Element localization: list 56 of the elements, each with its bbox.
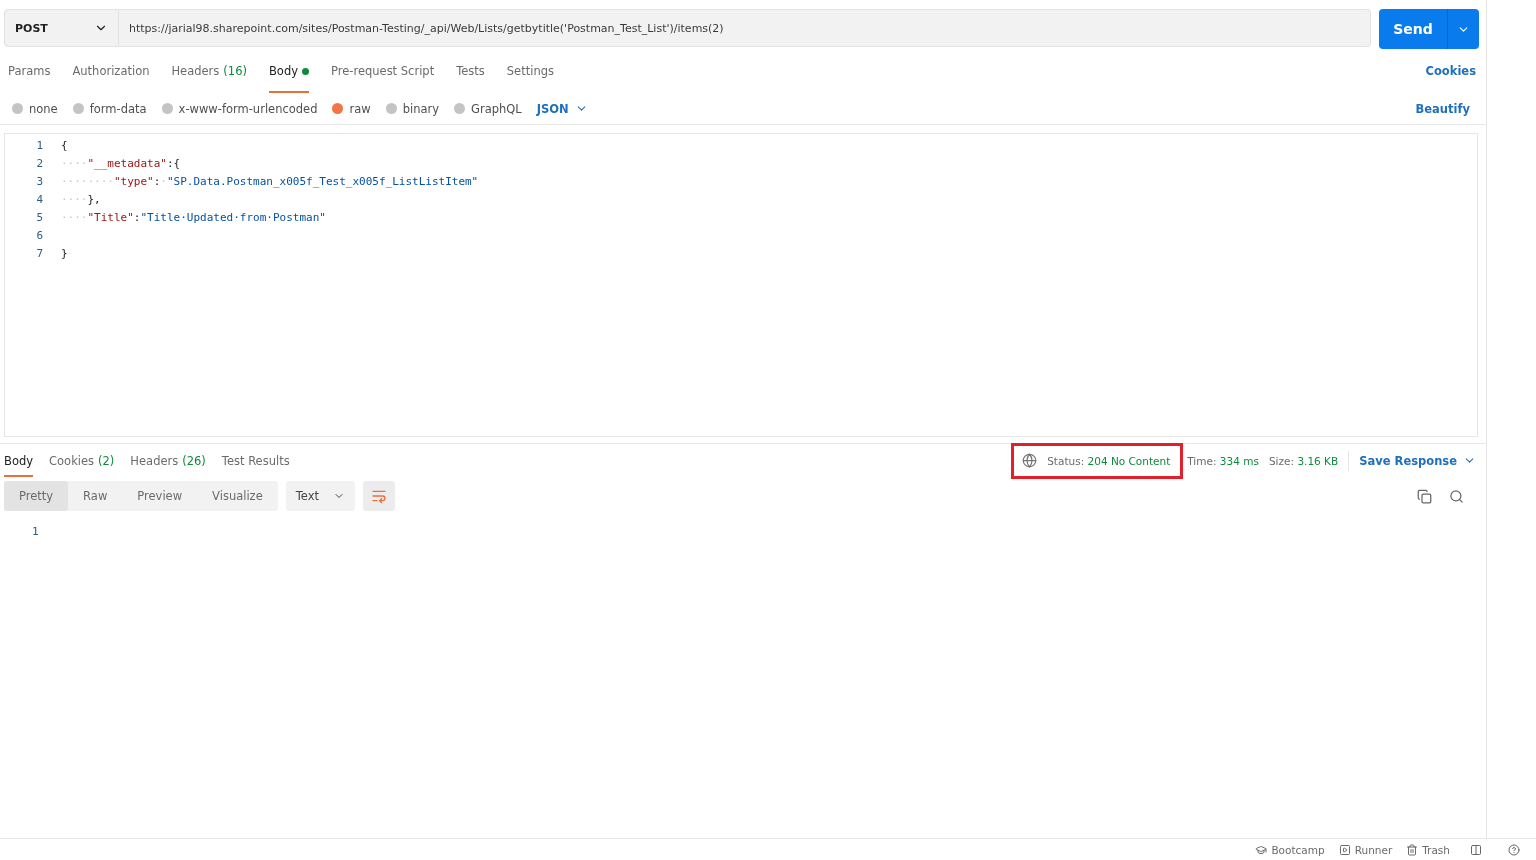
response-tab[interactable]: Headers (26) bbox=[130, 444, 206, 477]
format-dropdown[interactable]: Text bbox=[285, 481, 355, 511]
body-type-radio[interactable]: x-www-form-urlencoded bbox=[161, 101, 318, 116]
play-square-icon bbox=[1338, 843, 1351, 856]
code-line: { bbox=[61, 138, 68, 152]
wrap-text-icon bbox=[371, 488, 387, 504]
response-tab[interactable]: Test Results bbox=[221, 444, 290, 477]
status-bar-button[interactable]: Bootcamp bbox=[1255, 843, 1325, 856]
body-type-radio[interactable]: form-data bbox=[72, 101, 147, 116]
save-response-dropdown[interactable]: Save Response bbox=[1359, 453, 1476, 468]
graduation-cap-icon bbox=[1255, 843, 1268, 856]
request-tab[interactable]: Tests bbox=[456, 49, 485, 93]
request-tab[interactable]: Settings bbox=[506, 49, 554, 93]
line-number: 1 bbox=[35, 138, 44, 152]
status-bar-button[interactable]: Trash bbox=[1406, 843, 1450, 856]
code-line: ····"__metadata":{ bbox=[61, 156, 181, 170]
line-number: 6 bbox=[35, 228, 44, 242]
beautify-link[interactable]: Beautify bbox=[1415, 101, 1470, 116]
line-number: 2 bbox=[35, 156, 44, 170]
code-line: ····}, bbox=[61, 192, 101, 206]
request-tab[interactable]: Body bbox=[268, 49, 309, 93]
request-tab[interactable]: Headers (16) bbox=[171, 49, 247, 93]
url-input-field[interactable]: https://jarial98.sharepoint.com/sites/Postman-Testing/_api/Web/Lists/getbytitle('Postman_Test_List')/items(2) bbox=[119, 9, 1371, 47]
line-number: 3 bbox=[35, 174, 44, 188]
view-mode-tab[interactable]: Visualize bbox=[197, 481, 278, 511]
globe-icon bbox=[1022, 453, 1038, 468]
status-bar-button[interactable]: Runner bbox=[1338, 843, 1393, 856]
response-meta: Time: 334 ms bbox=[1187, 454, 1259, 467]
response-tab[interactable]: Cookies (2) bbox=[49, 444, 115, 477]
view-mode-tab[interactable]: Raw bbox=[68, 481, 123, 511]
trash-icon bbox=[1406, 843, 1419, 856]
code-line: ····"Title":"Title·Updated·from·Postman" bbox=[61, 210, 326, 224]
body-type-radio[interactable]: GraphQL bbox=[454, 101, 522, 116]
line-number: 4 bbox=[35, 192, 44, 206]
cookies-link[interactable]: Cookies bbox=[1425, 64, 1476, 78]
response-meta: Status: 204 No Content bbox=[1047, 454, 1171, 467]
body-type-radio[interactable]: none bbox=[12, 101, 58, 116]
body-type-radio[interactable]: binary bbox=[385, 101, 440, 116]
request-tab[interactable]: Authorization bbox=[72, 49, 150, 93]
response-meta: Size: 3.16 KB bbox=[1268, 454, 1339, 467]
line-number: 7 bbox=[35, 246, 44, 260]
request-tab[interactable]: Params bbox=[8, 49, 51, 93]
wrap-lines-button[interactable] bbox=[363, 481, 395, 511]
response-tab[interactable]: Body bbox=[4, 444, 34, 477]
language-dropdown[interactable]: JSON bbox=[536, 101, 588, 116]
line-number: 5 bbox=[35, 210, 44, 224]
code-editor[interactable]: 1 { 2 ····"__metadata":{ 3 ········"type":·"SP.Data.Postman_x005f_Test_x005f_ListListItem" 4 ····}, 5 ····"Title":"Title·Updated·from·Postman" 6 7 } bbox=[4, 133, 1478, 437]
method-dropdown[interactable]: POST bbox=[4, 9, 119, 47]
line-number: 1 bbox=[32, 525, 39, 538]
request-tab[interactable]: Pre-request Script bbox=[331, 49, 435, 93]
view-mode-tab[interactable]: Preview bbox=[122, 481, 198, 511]
body-type-radio[interactable]: raw bbox=[332, 101, 371, 116]
send-button[interactable]: Send bbox=[1379, 9, 1447, 49]
view-mode-tab[interactable]: Pretty bbox=[4, 481, 69, 511]
code-line: } bbox=[61, 246, 68, 260]
code-line: ········"type":·"SP.Data.Postman_x005f_Test_x005f_ListListItem" bbox=[61, 174, 479, 188]
